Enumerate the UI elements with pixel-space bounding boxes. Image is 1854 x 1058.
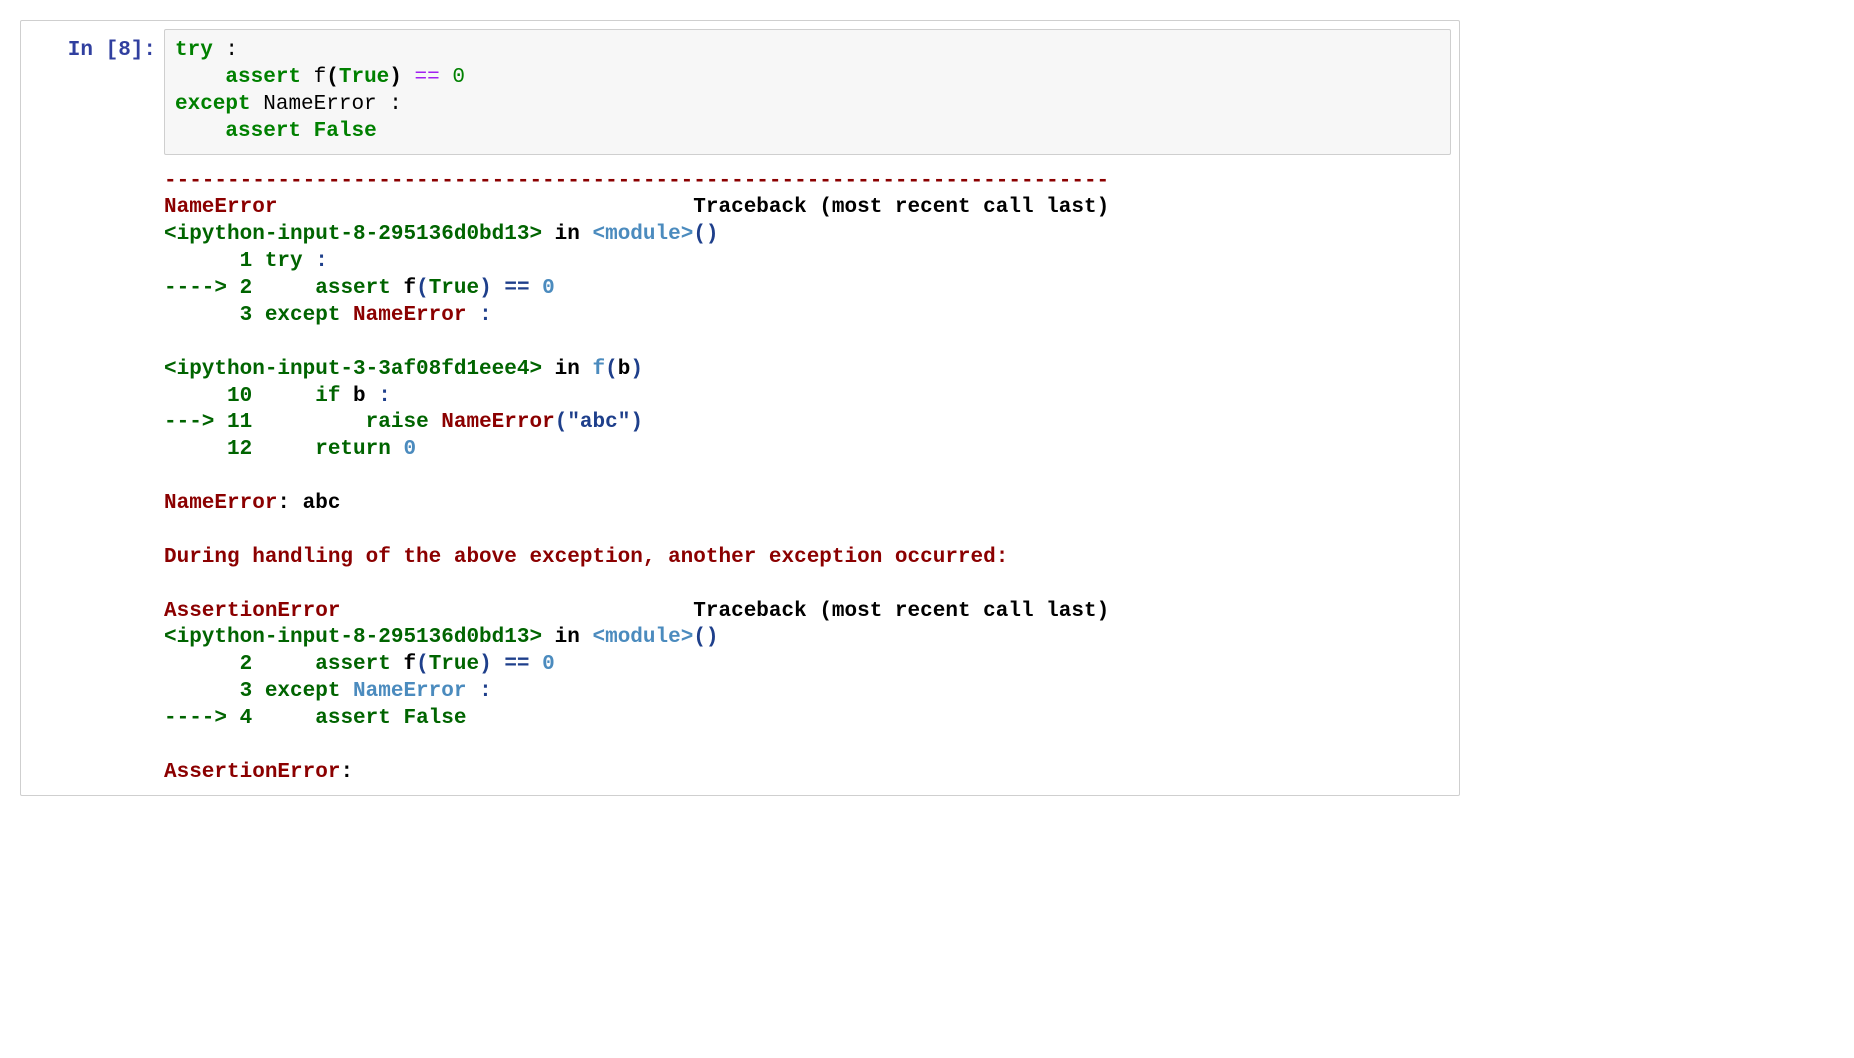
fn-call: f xyxy=(314,66,327,89)
tb-src1: <ipython-input-8-295136d0bd13> xyxy=(164,223,542,246)
tb-lineno: 12 xyxy=(164,438,252,461)
input-prompt: In [8]: xyxy=(29,29,164,62)
traceback-output: ----------------------------------------… xyxy=(164,169,1451,787)
tb-lineno: 3 xyxy=(164,680,252,703)
tb-header-right: Traceback (most recent call last) xyxy=(693,600,1109,623)
notebook-cell: In [8]: try : assert f(True) == 0 except… xyxy=(20,20,1460,796)
tb-error-name: AssertionError xyxy=(164,600,340,623)
tb-lineno: 10 xyxy=(164,385,252,408)
kw-assert: assert xyxy=(225,120,301,143)
tb-lineno: 2 xyxy=(164,653,252,676)
exc-nameerror: NameError xyxy=(263,93,376,116)
kw-except: except xyxy=(175,93,251,116)
tb-header-right: Traceback (most recent call last) xyxy=(693,196,1109,219)
tb-dashes: ----------------------------------------… xyxy=(164,170,1109,193)
tb-final-error: NameError xyxy=(164,492,277,515)
bool-false: False xyxy=(314,120,377,143)
tb-src2: <ipython-input-3-3af08fd1eee4> xyxy=(164,358,542,381)
prompt-label: In [8]: xyxy=(68,39,156,62)
tb-src3: <ipython-input-8-295136d0bd13> xyxy=(164,626,542,649)
tb-lineno: 2 xyxy=(240,277,253,300)
input-row: In [8]: try : assert f(True) == 0 except… xyxy=(29,29,1451,155)
tb-arrow: ---> xyxy=(164,411,227,434)
tb-final-error: AssertionError xyxy=(164,761,340,784)
code-input-area[interactable]: try : assert f(True) == 0 except NameErr… xyxy=(164,29,1451,155)
tb-module: <module> xyxy=(592,223,693,246)
op-eq: == xyxy=(415,66,440,89)
tb-during: During handling of the above exception, … xyxy=(164,546,1008,569)
code-source[interactable]: try : assert f(True) == 0 except NameErr… xyxy=(175,38,1440,146)
tb-arrow: ----> xyxy=(164,277,240,300)
literal-zero: 0 xyxy=(452,66,465,89)
tb-lineno: 1 xyxy=(164,250,252,273)
tb-error-name: NameError xyxy=(164,196,277,219)
tb-module: <module> xyxy=(592,626,693,649)
tb-lineno: 4 xyxy=(240,707,253,730)
tb-lineno: 11 xyxy=(227,411,252,434)
kw-assert: assert xyxy=(225,66,301,89)
bool-true: True xyxy=(339,66,389,89)
tb-lineno: 3 xyxy=(164,304,252,327)
tb-arrow: ----> xyxy=(164,707,240,730)
output-area: ----------------------------------------… xyxy=(164,169,1451,787)
kw-try: try xyxy=(175,39,213,62)
